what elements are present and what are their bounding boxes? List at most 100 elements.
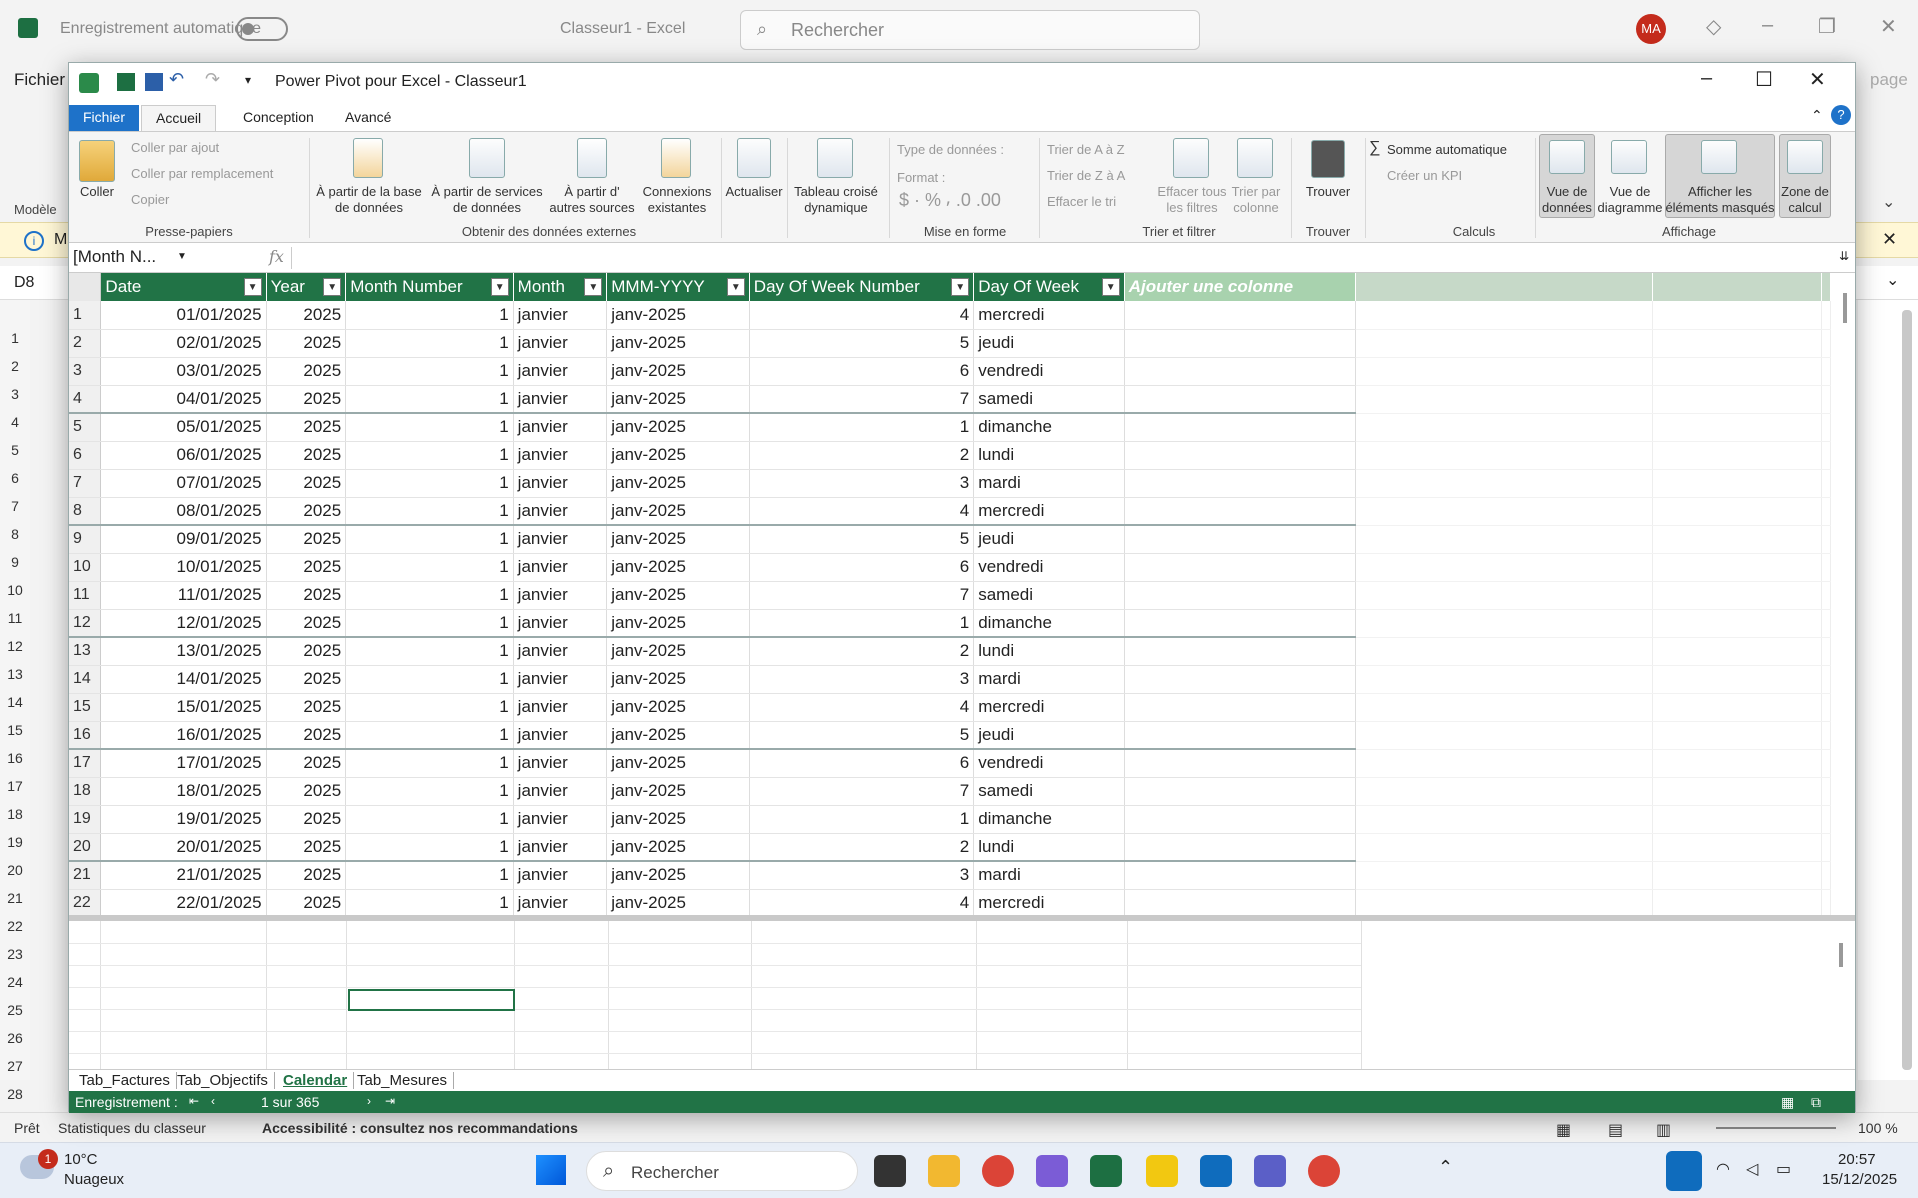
battery-icon[interactable]: ▭ <box>1776 1159 1791 1179</box>
excel-row-number[interactable]: 1 <box>0 330 30 346</box>
close-icon[interactable]: ✕ <box>1880 14 1897 39</box>
autosum-button[interactable]: Somme automatique <box>1387 142 1507 158</box>
table-cell[interactable]: 5 <box>749 329 975 358</box>
table-cell[interactable]: dimanche <box>973 805 1125 834</box>
table-cell[interactable]: 04/01/2025 <box>100 385 267 414</box>
clear-filters-line2[interactable]: les filtres <box>1155 200 1229 216</box>
empty-cell[interactable] <box>1821 665 1831 694</box>
table-cell[interactable]: janv-2025 <box>606 889 750 915</box>
table-cell[interactable]: janv-2025 <box>606 469 750 498</box>
empty-cell[interactable] <box>1821 693 1831 722</box>
table-cell[interactable]: janvier <box>513 749 608 778</box>
empty-cell[interactable] <box>1124 553 1357 582</box>
empty-cell[interactable] <box>1355 441 1653 470</box>
sort-by-column-line1[interactable]: Trier par <box>1227 184 1285 200</box>
empty-cell[interactable] <box>1124 441 1357 470</box>
column-header[interactable]: Day Of Week Number ▼ <box>749 273 975 301</box>
filter-dropdown-icon[interactable]: ▼ <box>951 278 970 296</box>
table-cell[interactable]: 1 <box>345 525 514 554</box>
row-number[interactable]: 18 <box>69 777 102 806</box>
table-cell[interactable]: 1 <box>345 301 514 330</box>
table-cell[interactable]: 1 <box>345 413 514 442</box>
sort-by-column-line2[interactable]: colonne <box>1227 200 1285 216</box>
table-cell[interactable]: dimanche <box>973 413 1125 442</box>
diamond-icon[interactable]: ◇ <box>1706 14 1721 39</box>
table-cell[interactable]: janvier <box>513 357 608 386</box>
empty-cell[interactable] <box>1652 609 1823 638</box>
table-cell[interactable]: mardi <box>973 665 1125 694</box>
previous-record-icon[interactable]: ‹ <box>211 1094 215 1108</box>
chevron-down-icon[interactable]: ▼ <box>177 251 187 262</box>
empty-cell[interactable] <box>1821 637 1831 666</box>
from-database-button-line2[interactable]: de données <box>313 200 425 216</box>
excel-row-number[interactable]: 6 <box>0 470 30 486</box>
table-cell[interactable]: 1 <box>345 609 514 638</box>
table-cell[interactable]: janv-2025 <box>606 553 750 582</box>
table-cell[interactable]: 7 <box>749 385 975 414</box>
empty-cell[interactable] <box>1652 637 1823 666</box>
table-cell[interactable]: lundi <box>973 833 1125 862</box>
table-cell[interactable]: 08/01/2025 <box>100 497 267 526</box>
empty-cell[interactable] <box>1652 665 1823 694</box>
table-cell[interactable]: 2025 <box>266 553 347 582</box>
from-services-button-line1[interactable]: À partir de services <box>427 184 547 200</box>
excel-row-number[interactable]: 23 <box>0 946 30 962</box>
table-cell[interactable]: 2025 <box>266 329 347 358</box>
row-number[interactable]: 4 <box>69 385 102 414</box>
row-number[interactable]: 14 <box>69 665 102 694</box>
empty-cell[interactable] <box>1124 609 1357 638</box>
row-number[interactable]: 22 <box>69 889 102 915</box>
excel-row-number[interactable]: 12 <box>0 638 30 654</box>
empty-cell[interactable] <box>1124 357 1357 386</box>
table-cell[interactable]: janvier <box>513 721 608 750</box>
teams-icon[interactable] <box>1254 1155 1286 1187</box>
empty-cell[interactable] <box>1124 665 1357 694</box>
create-kpi-button[interactable]: Créer un KPI <box>1387 168 1462 184</box>
table-cell[interactable]: janv-2025 <box>606 777 750 806</box>
table-cell[interactable]: jeudi <box>973 525 1125 554</box>
table-cell[interactable]: 6 <box>749 553 975 582</box>
excel-row-number[interactable]: 8 <box>0 526 30 542</box>
table-cell[interactable]: janv-2025 <box>606 413 750 442</box>
row-number[interactable]: 13 <box>69 637 102 666</box>
table-cell[interactable]: 1 <box>345 665 514 694</box>
table-cell[interactable]: janvier <box>513 413 608 442</box>
excel-row-number[interactable]: 27 <box>0 1058 30 1074</box>
empty-cell[interactable] <box>1124 413 1357 442</box>
empty-cell[interactable] <box>1124 805 1357 834</box>
find-button[interactable]: Trouver <box>1293 184 1363 200</box>
row-number[interactable]: 1 <box>69 301 102 330</box>
table-cell[interactable]: janvier <box>513 525 608 554</box>
empty-cell[interactable] <box>1821 609 1831 638</box>
column-header[interactable]: Year ▼ <box>266 273 347 301</box>
excel-row-number[interactable]: 14 <box>0 694 30 710</box>
excel-row-number[interactable]: 4 <box>0 414 30 430</box>
table-cell[interactable]: 2025 <box>266 301 347 330</box>
normal-view-icon[interactable]: ▦ <box>1556 1120 1571 1140</box>
excel-row-number[interactable]: 11 <box>0 610 30 626</box>
table-cell[interactable]: 5 <box>749 721 975 750</box>
excel-row-number[interactable]: 18 <box>0 806 30 822</box>
table-cell[interactable]: 6 <box>749 357 975 386</box>
excel-row-number[interactable]: 21 <box>0 890 30 906</box>
quick-access-menu-icon[interactable]: ▾ <box>245 73 251 87</box>
row-number[interactable]: 19 <box>69 805 102 834</box>
excel-row-number[interactable]: 25 <box>0 1002 30 1018</box>
avatar[interactable]: MA <box>1636 14 1666 44</box>
excel-row-number[interactable]: 15 <box>0 722 30 738</box>
excel-row-number[interactable]: 5 <box>0 442 30 458</box>
data-view-line2[interactable]: données <box>1539 200 1595 216</box>
empty-cell[interactable] <box>1355 777 1653 806</box>
excel-row-number[interactable]: 26 <box>0 1030 30 1046</box>
existing-connections-line1[interactable]: Connexions <box>637 184 717 200</box>
row-number[interactable]: 12 <box>69 609 102 638</box>
m365-icon[interactable] <box>1036 1155 1068 1187</box>
empty-cell[interactable] <box>1821 889 1831 915</box>
table-cell[interactable]: 2025 <box>266 609 347 638</box>
from-services-button-line2[interactable]: de données <box>427 200 547 216</box>
tab-file[interactable]: Fichier <box>69 105 139 131</box>
table-cell[interactable]: janv-2025 <box>606 637 750 666</box>
empty-cell[interactable] <box>1652 721 1823 750</box>
diagram-view-line2[interactable]: diagramme <box>1597 200 1663 216</box>
diagram-view-line1[interactable]: Vue de <box>1597 184 1663 200</box>
